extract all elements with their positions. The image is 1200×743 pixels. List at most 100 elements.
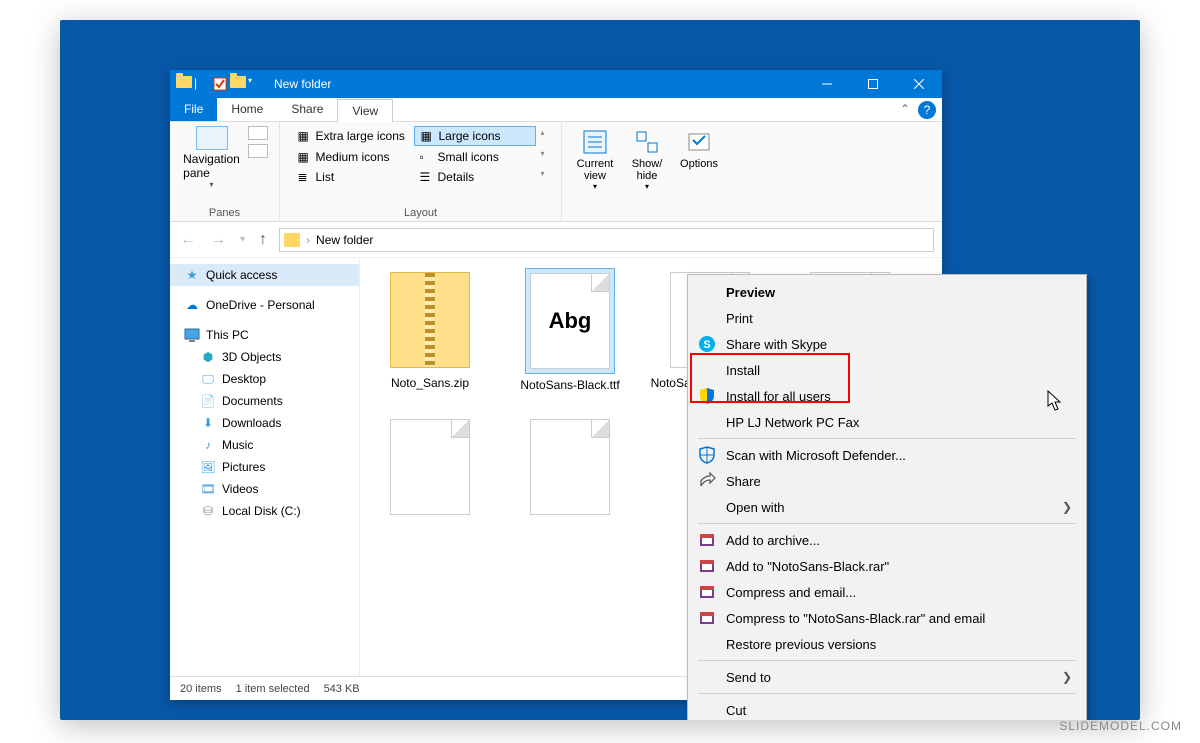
- sidebar-3d-objects[interactable]: ⬢3D Objects: [170, 346, 359, 368]
- help-button[interactable]: ?: [918, 101, 936, 119]
- ctx-preview[interactable]: Preview: [690, 279, 1084, 305]
- nav-up[interactable]: ↑: [257, 231, 269, 249]
- disk-icon: ⛁: [200, 503, 216, 519]
- sidebar-quick-access[interactable]: ★ Quick access: [170, 264, 359, 286]
- sidebar-onedrive[interactable]: ☁ OneDrive - Personal: [170, 294, 359, 316]
- ribbon: Navigation pane ▾ Panes: [170, 122, 942, 222]
- show-hide-icon: [633, 128, 661, 156]
- skype-icon: S: [698, 335, 716, 353]
- ctx-compress-rar-email[interactable]: Compress to "NotoSans-Black.rar" and ema…: [690, 605, 1084, 631]
- sidebar-local-disk[interactable]: ⛁Local Disk (C:): [170, 500, 359, 522]
- ctx-install[interactable]: Install: [690, 357, 1084, 383]
- ribbon-collapse-button[interactable]: ⌃: [892, 98, 918, 121]
- folder-icon-2: [230, 76, 246, 92]
- cursor-icon: [1047, 390, 1063, 412]
- md-icon: ▦: [298, 150, 312, 164]
- share-icon: [698, 472, 716, 490]
- layout-list[interactable]: ≣List: [292, 168, 414, 186]
- group-panes-label: Panes: [209, 205, 240, 219]
- navigation-pane-button[interactable]: Navigation pane ▾: [182, 126, 242, 189]
- ctx-hp-fax[interactable]: HP LJ Network PC Fax: [690, 409, 1084, 435]
- nav-sidebar: ★ Quick access ☁ OneDrive - Personal Thi…: [170, 258, 360, 676]
- options-button[interactable]: Options: [674, 126, 724, 193]
- details-icon: ☰: [420, 170, 434, 184]
- current-view-button[interactable]: Current view ▾: [570, 126, 620, 193]
- sidebar-documents[interactable]: 📄Documents: [170, 390, 359, 412]
- defender-icon: [698, 446, 716, 464]
- sidebar-music[interactable]: ♪Music: [170, 434, 359, 456]
- cube-icon: ⬢: [200, 349, 216, 365]
- layout-medium[interactable]: ▦Medium icons: [292, 148, 414, 166]
- svg-text:S: S: [703, 339, 710, 351]
- watermark: SLIDEMODEL.COM: [1059, 719, 1182, 733]
- ctx-print[interactable]: Print: [690, 305, 1084, 331]
- sidebar-videos[interactable]: 🎞Videos: [170, 478, 359, 500]
- ctx-cut[interactable]: Cut: [690, 697, 1084, 720]
- ctx-compress-email[interactable]: Compress and email...: [690, 579, 1084, 605]
- ctx-send-to[interactable]: Send to❯: [690, 664, 1084, 690]
- show-hide-button[interactable]: Show/ hide ▾: [622, 126, 672, 193]
- qat-icon[interactable]: [212, 76, 228, 92]
- font-icon: [390, 419, 470, 515]
- breadcrumb-folder[interactable]: New folder: [316, 233, 373, 247]
- sidebar-desktop[interactable]: 🖵Desktop: [170, 368, 359, 390]
- minimize-button[interactable]: [804, 70, 850, 98]
- nav-forward[interactable]: →: [208, 231, 228, 249]
- sidebar-downloads[interactable]: ⬇Downloads: [170, 412, 359, 434]
- sidebar-pictures[interactable]: 🖼Pictures: [170, 456, 359, 478]
- options-icon: [685, 128, 713, 156]
- layout-extra-large[interactable]: ▦Extra large icons: [292, 126, 414, 146]
- title-bar[interactable]: | ▾ New folder: [170, 70, 942, 98]
- nav-recent-dropdown[interactable]: ▾: [238, 234, 247, 245]
- ctx-add-archive[interactable]: Add to archive...: [690, 527, 1084, 553]
- context-menu: Preview Print SShare with Skype Install …: [687, 274, 1087, 720]
- ctx-add-rar[interactable]: Add to "NotoSans-Black.rar": [690, 553, 1084, 579]
- ribbon-tabs: File Home Share View ⌃ ?: [170, 98, 942, 122]
- winrar-icon: [698, 583, 716, 601]
- tab-home[interactable]: Home: [217, 98, 277, 121]
- maximize-button[interactable]: [850, 70, 896, 98]
- file-item-font[interactable]: [370, 415, 490, 523]
- nav-back[interactable]: ←: [178, 231, 198, 249]
- folder-icon: [284, 233, 300, 247]
- details-pane-button[interactable]: [248, 144, 268, 158]
- layout-details[interactable]: ☰Details: [414, 168, 536, 186]
- navigation-pane-icon: [196, 126, 228, 150]
- address-input[interactable]: › New folder: [279, 228, 934, 252]
- file-item-font[interactable]: [510, 415, 630, 523]
- font-icon: [530, 419, 610, 515]
- videos-icon: 🎞: [200, 481, 216, 497]
- ctx-restore[interactable]: Restore previous versions: [690, 631, 1084, 657]
- qat-sep: |: [194, 76, 210, 92]
- ctx-install-all-users[interactable]: Install for all users: [690, 383, 1084, 409]
- folder-icon: [176, 76, 192, 92]
- winrar-icon: [698, 531, 716, 549]
- tab-share[interactable]: Share: [277, 98, 337, 121]
- close-button[interactable]: [896, 70, 942, 98]
- breadcrumb-separator: ›: [306, 233, 310, 247]
- ctx-share[interactable]: Share: [690, 468, 1084, 494]
- file-item-zip[interactable]: Noto_Sans.zip: [370, 268, 490, 405]
- lg-icon: ▦: [421, 129, 435, 143]
- tab-view[interactable]: View: [337, 99, 393, 122]
- qat-dropdown-icon[interactable]: ▾: [248, 76, 264, 92]
- ctx-open-with[interactable]: Open with❯: [690, 494, 1084, 520]
- status-item-count: 20 items: [180, 683, 222, 695]
- doc-icon: 📄: [200, 393, 216, 409]
- sm-icon: ▫: [420, 150, 434, 164]
- ctx-defender[interactable]: Scan with Microsoft Defender...: [690, 442, 1084, 468]
- tab-file[interactable]: File: [170, 98, 217, 121]
- ctx-share-skype[interactable]: SShare with Skype: [690, 331, 1084, 357]
- window-title: New folder: [274, 77, 331, 91]
- desktop-icon: 🖵: [200, 371, 216, 387]
- sidebar-this-pc[interactable]: This PC: [170, 324, 359, 346]
- layout-large[interactable]: ▦Large icons: [414, 126, 536, 146]
- layout-small[interactable]: ▫Small icons: [414, 148, 536, 166]
- list-icon: ≣: [298, 170, 312, 184]
- preview-pane-button[interactable]: [248, 126, 268, 140]
- layout-more[interactable]: ▴▾▾: [536, 126, 550, 180]
- pc-icon: [184, 327, 200, 343]
- file-item-font-selected[interactable]: Abg NotoSans-Black.ttf: [510, 268, 630, 405]
- chevron-right-icon: ❯: [1062, 670, 1072, 684]
- music-icon: ♪: [200, 437, 216, 453]
